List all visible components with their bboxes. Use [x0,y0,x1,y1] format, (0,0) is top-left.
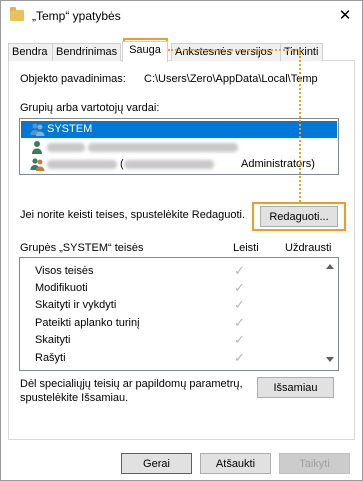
folder-icon [10,7,24,21]
tab-security[interactable]: Sauga [122,41,168,62]
deny-header: Uždrausti [285,242,332,254]
permission-row: Modifikuoti ✓ [20,279,320,297]
annotation-connector [168,49,301,51]
permission-name: Visos teisės [35,265,94,277]
list-item-detail: Administrators) [241,158,315,170]
advanced-hint-line1: Dėl specialiųjų teisių ar papildomų para… [20,378,243,390]
allow-check-icon: ✓ [234,332,245,347]
allow-check-icon: ✓ [234,297,245,312]
redacted-name: ( [47,156,214,173]
permission-name: Pateikti aplanko turinį [35,317,140,329]
advanced-hint-line2: spustelėkite Išsamiau. [20,392,129,404]
users-icon [30,123,45,136]
window-title: „Temp“ ypatybės [32,9,121,23]
object-name-value: C:\Users\Zero\AppData\Local\Temp [144,73,318,85]
allow-check-icon: ✓ [234,350,245,365]
close-button[interactable]: ✕ [328,1,362,30]
allow-check-icon: ✓ [234,263,245,278]
tab-customize[interactable]: Tinkinti [280,43,323,61]
permission-row: Pateikti aplanko turinį ✓ [20,314,320,332]
highlight-edit-button [252,202,346,231]
apply-button[interactable]: Taikyti [279,453,350,474]
permission-row: Skaityti ir vykdyti ✓ [20,296,320,314]
permissions-list: Visos teisės ✓ Modifikuoti ✓ Skaityti ir v… [19,257,339,371]
tab-previous-versions[interactable]: Ankstesnės versijos [171,43,281,61]
tab-general[interactable]: Bendra [8,43,53,61]
cancel-button[interactable]: Atšaukti [200,453,271,474]
allow-header: Leisti [233,242,259,254]
tab-sharing[interactable]: Bendrinimas [52,43,121,61]
list-item-administrators[interactable]: ( Administrators) [21,156,337,173]
permission-row: Skaityti ✓ [20,331,320,349]
allow-check-icon: ✓ [234,315,245,330]
annotation-connector [299,49,301,202]
permission-name: Rašyti [35,352,66,364]
ok-button[interactable]: Gerai [121,453,192,474]
redacted-name [47,139,239,156]
permissions-title: Grupės „SYSTEM“ teisės [20,242,144,254]
scrollbar[interactable] [322,258,338,368]
object-name-label: Objekto pavadinimas: [20,73,126,85]
title-bar: „Temp“ ypatybės ✕ [1,1,362,31]
list-item-system[interactable]: SYSTEM [21,121,337,138]
permission-name: Skaityti ir vykdyti [35,299,117,311]
permission-row: Visos teisės ✓ [20,262,320,280]
scroll-up-icon[interactable] [326,264,334,269]
permission-name: Modifikuoti [35,282,88,294]
permission-name: Skaityti [35,334,71,346]
allow-check-icon: ✓ [234,280,245,295]
users-icon [30,158,45,171]
user-icon [32,141,42,154]
properties-window: „Temp“ ypatybės ✕ Bendra Bendrinimas Sau… [0,0,363,481]
permission-row: Rašyti ✓ [20,349,320,367]
list-item-user[interactable] [21,139,337,156]
list-item-label: SYSTEM [47,123,93,135]
scroll-down-icon[interactable] [326,357,334,362]
advanced-button[interactable]: Išsamiau [257,377,334,398]
groups-listbox[interactable]: SYSTEM ( Administrators) [19,118,339,175]
groups-label: Grupių arba vartotojų vardai: [20,102,160,114]
edit-prompt: Jei norite keisti teises, spustelėkite R… [20,209,246,221]
